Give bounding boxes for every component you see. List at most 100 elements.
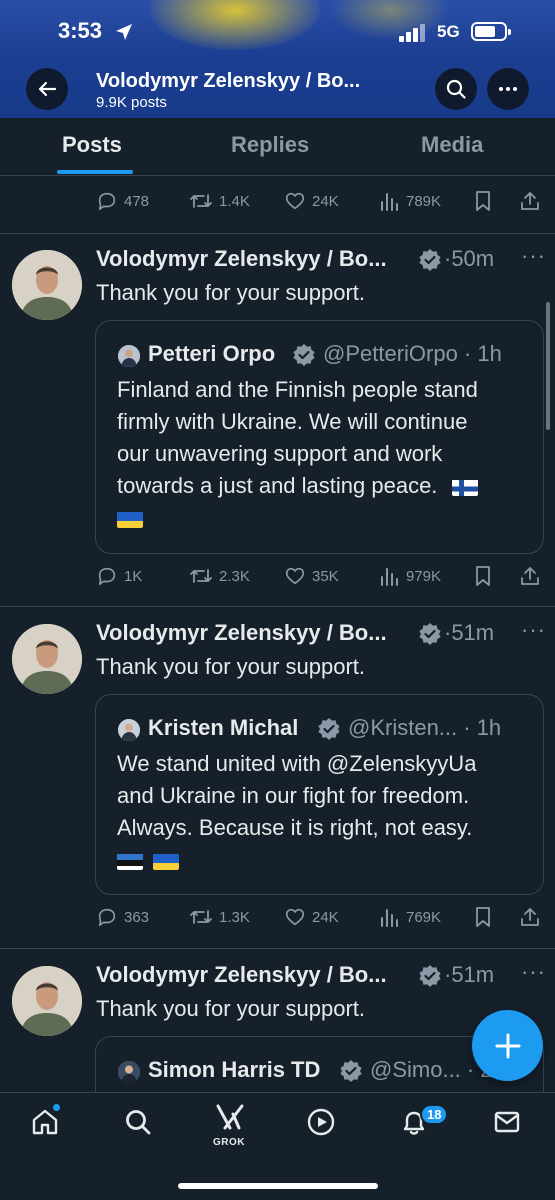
post-author[interactable]: Volodymyr Zelenskyy / Bo... (96, 962, 387, 988)
reply-button[interactable]: 1K (96, 565, 142, 587)
post-time[interactable]: ·51m (444, 962, 494, 988)
repost-count: 1.4K (219, 192, 250, 210)
post-text: Thank you for your support. (96, 654, 366, 679)
tab-replies[interactable]: Replies (231, 132, 309, 158)
more-icon (499, 87, 517, 91)
bookmark-button[interactable] (474, 906, 492, 928)
reply-button[interactable]: 363 (96, 906, 149, 928)
reply-count: 478 (124, 192, 150, 210)
scrollbar[interactable] (546, 302, 550, 430)
quoted-text-line: and Ukraine in our fight for freedom. (117, 783, 470, 808)
quoted-post[interactable]: Petteri Orpo @PetteriOrpo · 1h Finland a… (95, 320, 544, 554)
back-arrow-icon (38, 81, 57, 97)
quoted-text-line: firmly with Ukraine. We will continue (117, 409, 468, 434)
post-author[interactable]: Volodymyr Zelenskyy / Bo... (96, 620, 387, 646)
nav-video[interactable] (306, 1107, 336, 1142)
like-count: 35K (312, 567, 339, 585)
reply-count: 363 (124, 908, 150, 926)
quoted-text-line: our unwavering support and work (117, 441, 443, 466)
home-indicator[interactable] (178, 1183, 378, 1189)
header-title: Volodymyr Zelenskyy / Bo... (96, 70, 361, 92)
network-type: 5G (437, 22, 460, 41)
divider (0, 233, 555, 234)
verified-badge-icon (419, 965, 441, 987)
tab-posts[interactable]: Posts (62, 132, 122, 158)
nav-messages[interactable] (492, 1107, 522, 1142)
notification-badge: 18 (420, 1104, 449, 1125)
compose-button[interactable] (472, 1010, 543, 1081)
repost-button[interactable]: 1.3K (189, 906, 250, 928)
views-icon (381, 909, 398, 927)
quoted-author: Simon Harris TD (148, 1057, 321, 1082)
nav-grok[interactable] (215, 1103, 245, 1136)
verified-badge-icon (318, 718, 340, 740)
reply-icon (98, 192, 116, 211)
post-text: Thank you for your support. (96, 996, 366, 1021)
tab-media[interactable]: Media (421, 132, 483, 158)
header-more-button[interactable] (487, 68, 529, 110)
views-button[interactable]: 769K (380, 906, 441, 928)
share-button[interactable] (520, 190, 540, 212)
quoted-avatar (118, 1061, 140, 1083)
header-search-button[interactable] (435, 68, 477, 110)
post-more-button[interactable]: ··· (521, 243, 546, 269)
heart-icon (285, 192, 305, 210)
views-button[interactable]: 789K (380, 190, 441, 212)
post-actions: 1K 2.3K 35K 979K (0, 565, 555, 595)
avatar[interactable] (12, 966, 82, 1036)
reply-button[interactable]: 478 (96, 190, 149, 212)
repost-icon (190, 910, 212, 924)
nav-search[interactable] (123, 1107, 153, 1142)
heart-icon (285, 908, 305, 926)
quoted-handle: @Kristen... · 1h (348, 715, 502, 740)
post-actions: 363 1.3K 24K 769K (0, 906, 555, 936)
repost-count: 2.3K (219, 567, 250, 585)
like-button[interactable]: 24K (284, 906, 339, 928)
quoted-avatar (118, 719, 140, 741)
grok-icon (216, 1104, 244, 1130)
verified-badge-icon (340, 1060, 362, 1082)
avatar[interactable] (12, 624, 82, 694)
back-button[interactable] (26, 68, 68, 110)
bookmark-button[interactable] (474, 190, 492, 212)
share-icon (521, 567, 539, 585)
repost-button[interactable]: 1.4K (189, 190, 250, 212)
like-count: 24K (312, 908, 339, 926)
divider (0, 606, 555, 607)
home-unread-dot (53, 1104, 60, 1111)
repost-button[interactable]: 2.3K (189, 565, 250, 587)
views-button[interactable]: 979K (380, 565, 441, 587)
post-time[interactable]: ·51m (444, 620, 494, 646)
bookmark-icon (476, 191, 490, 211)
search-icon (446, 79, 466, 99)
quoted-text-line: towards a just and lasting peace. (117, 473, 478, 499)
post-more-button[interactable]: ··· (521, 959, 546, 985)
post-more-button[interactable]: ··· (521, 617, 546, 643)
share-button[interactable] (520, 906, 540, 928)
post-time[interactable]: ·50m (444, 246, 494, 272)
mail-icon (494, 1111, 520, 1133)
like-count: 24K (312, 192, 339, 210)
avatar[interactable] (12, 250, 82, 320)
nav-home[interactable] (30, 1107, 60, 1142)
bookmark-icon (476, 907, 490, 927)
cellular-signal-icon (399, 24, 427, 42)
status-time: 3:53 (58, 18, 103, 43)
quoted-post[interactable]: Kristen Michal @Kristen... · 1h We stand… (95, 694, 544, 895)
finland-flag-icon (451, 478, 478, 497)
share-button[interactable] (520, 565, 540, 587)
like-button[interactable]: 24K (284, 190, 339, 212)
post-author[interactable]: Volodymyr Zelenskyy / Bo... (96, 246, 387, 272)
quoted-text-line: Finland and the Finnish people stand (117, 377, 478, 402)
quoted-text-line: Always. Because it is right, not easy. (117, 815, 473, 840)
like-button[interactable]: 35K (284, 565, 339, 587)
verified-badge-icon (293, 344, 315, 366)
bookmark-button[interactable] (474, 565, 492, 587)
quoted-author: Kristen Michal (148, 715, 299, 740)
quoted-flags (117, 847, 180, 873)
repost-icon (190, 194, 212, 208)
reply-count: 1K (124, 567, 143, 585)
estonia-flag-icon (117, 852, 143, 871)
post-text: Thank you for your support. (96, 280, 366, 305)
grok-label: GROK (213, 1137, 245, 1148)
